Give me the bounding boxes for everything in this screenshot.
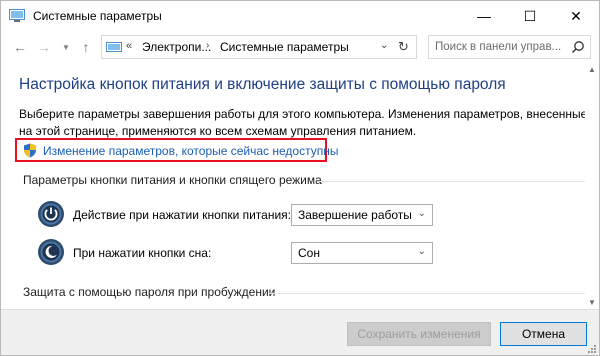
scroll-up-icon[interactable]: ▲ xyxy=(588,65,596,74)
window-title: Системные параметры xyxy=(33,9,162,23)
chevron-down-icon: ⌄ xyxy=(417,208,426,219)
page-description: Выберите параметры завершения работы для… xyxy=(19,107,588,138)
back-button[interactable]: ← xyxy=(11,39,29,55)
refresh-icon[interactable]: ↻ xyxy=(398,39,409,55)
breadcrumb-system-settings[interactable]: Системные параметры xyxy=(220,40,349,54)
section-divider xyxy=(269,293,589,294)
control-panel-icon xyxy=(9,9,25,22)
dialog-footer: Сохранить изменения Отмена xyxy=(1,309,599,355)
title-bar: Системные параметры — ☐ ✕ xyxy=(1,1,599,31)
power-button-action-label: Действие при нажатии кнопки питания: xyxy=(73,208,292,222)
chevron-down-icon: ⌄ xyxy=(417,246,426,257)
power-button-action-select[interactable]: Завершение работы ⌄ xyxy=(291,204,433,226)
maximize-icon: ☐ xyxy=(523,7,537,24)
search-placeholder: Поиск в панели управ... xyxy=(435,41,562,53)
address-dropdown-icon[interactable]: ⌄ xyxy=(380,40,388,51)
scroll-down-icon[interactable]: ▼ xyxy=(588,298,596,307)
minimize-icon: — xyxy=(477,8,491,24)
cancel-button[interactable]: Отмена xyxy=(500,322,587,346)
vertical-scrollbar[interactable]: ▲ ▼ xyxy=(585,63,599,309)
search-input[interactable]: Поиск в панели управ... xyxy=(428,35,591,59)
sleep-button-icon xyxy=(38,239,64,265)
change-unavailable-settings-link[interactable]: Изменение параметров, которые сейчас нед… xyxy=(43,144,339,158)
breadcrumb-chevron-icon[interactable]: › xyxy=(206,40,209,51)
resize-grip-icon[interactable] xyxy=(587,344,597,354)
address-bar[interactable]: « Электропи... › Системные параметры ⌄ ↻ xyxy=(101,35,417,59)
highlight-box: Изменение параметров, которые сейчас нед… xyxy=(15,138,339,162)
forward-button[interactable]: → xyxy=(35,39,53,55)
maximize-button[interactable]: ☐ xyxy=(507,1,553,31)
control-panel-window: Системные параметры — ☐ ✕ ← → ▼ ↑ « Элек… xyxy=(0,0,600,356)
password-protection-section-title: Защита с помощью пароля при пробуждении xyxy=(23,285,276,299)
recent-locations-button[interactable]: ▼ xyxy=(57,39,75,55)
uac-shield-icon xyxy=(24,143,36,158)
section-divider xyxy=(317,181,589,182)
page-title: Настройка кнопок питания и включение защ… xyxy=(19,76,506,93)
main-content: Настройка кнопок питания и включение защ… xyxy=(1,63,599,309)
save-changes-button[interactable]: Сохранить изменения xyxy=(347,322,491,346)
minimize-button[interactable]: — xyxy=(461,1,507,31)
search-icon xyxy=(572,41,584,53)
breadcrumb-overflow[interactable]: « xyxy=(126,40,132,52)
sleep-button-action-select[interactable]: Сон ⌄ xyxy=(291,242,433,264)
navigation-bar: ← → ▼ ↑ « Электропи... › Системные парам… xyxy=(1,31,599,63)
sleep-button-action-label: При нажатии кнопки сна: xyxy=(73,246,212,260)
breadcrumb-power-options[interactable]: Электропи... xyxy=(142,40,211,54)
up-button[interactable]: ↑ xyxy=(77,39,95,55)
power-buttons-section-title: Параметры кнопки питания и кнопки спящег… xyxy=(23,173,322,187)
close-icon: ✕ xyxy=(570,7,582,24)
power-button-icon xyxy=(38,201,64,227)
power-button-action-value: Завершение работы xyxy=(298,208,412,222)
close-button[interactable]: ✕ xyxy=(553,1,599,31)
control-panel-folder-icon xyxy=(106,42,122,52)
sleep-button-action-value: Сон xyxy=(298,246,320,260)
